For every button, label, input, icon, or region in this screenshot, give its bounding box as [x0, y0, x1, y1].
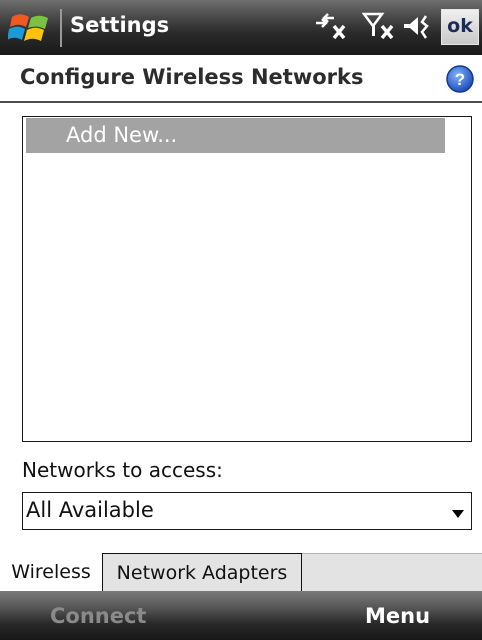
networks-to-access-label: Networks to access: [22, 458, 223, 482]
chevron-down-icon[interactable] [451, 505, 465, 518]
signal-off-icon[interactable] [361, 10, 402, 50]
title-bar: Settings ok [0, 0, 482, 55]
dropdown-selected-value: All Available [26, 498, 154, 522]
header-divider [0, 101, 482, 103]
list-item-add-new[interactable]: Add New... [26, 118, 445, 153]
tab-network-adapters[interactable]: Network Adapters [103, 553, 302, 591]
volume-icon[interactable] [402, 10, 438, 50]
title-divider [60, 9, 62, 47]
networks-list[interactable]: Add New... [22, 116, 472, 442]
svg-text:?: ? [455, 70, 465, 89]
tab-wireless[interactable]: Wireless [0, 553, 103, 591]
ok-button[interactable]: ok [441, 9, 479, 45]
page-title: Configure Wireless Networks [20, 65, 364, 89]
connect-softkey[interactable]: Connect [50, 604, 146, 628]
windows-start-icon[interactable] [7, 9, 54, 47]
networks-to-access-dropdown[interactable]: All Available [22, 492, 472, 530]
connectivity-off-icon[interactable] [312, 10, 352, 50]
help-icon[interactable]: ? [445, 64, 475, 94]
menu-softkey[interactable]: Menu [365, 604, 430, 628]
softkey-bar: Connect Menu [0, 591, 482, 640]
app-title: Settings [70, 13, 170, 37]
